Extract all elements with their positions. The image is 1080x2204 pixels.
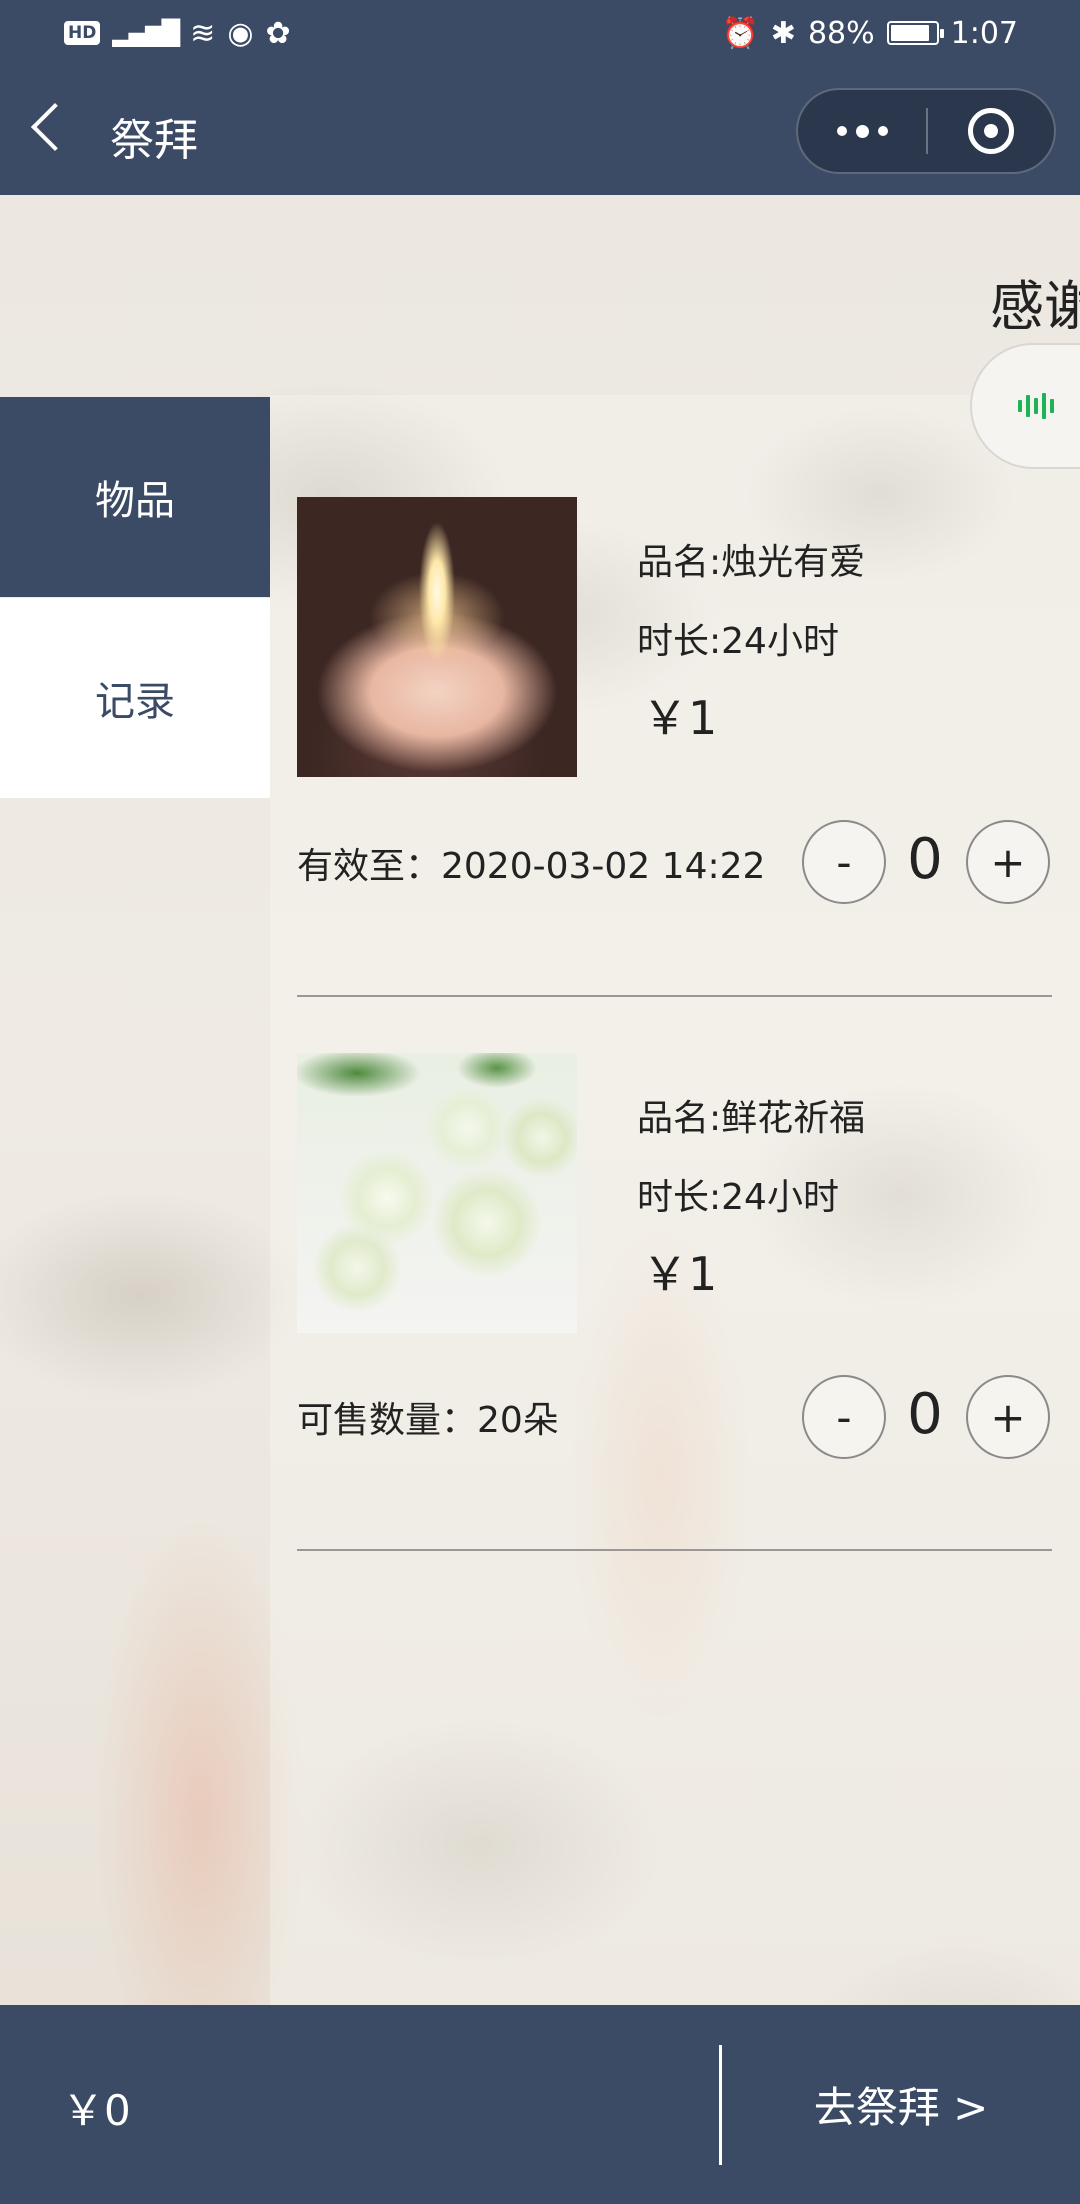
status-left: HD ▂▄▆█ ≋ ◉ ✿ — [64, 16, 291, 51]
eq-bar — [1050, 399, 1054, 413]
item-price: ￥1 — [642, 691, 718, 745]
decrement-button[interactable]: - — [802, 820, 886, 904]
more-dot-icon — [877, 126, 888, 136]
mini-program-capsule — [796, 88, 1056, 174]
battery-fill — [890, 25, 930, 41]
candle-image — [297, 497, 577, 777]
close-program-button[interactable] — [928, 108, 1054, 154]
eq-bar — [1042, 393, 1046, 419]
more-dot-icon — [836, 126, 847, 136]
item-divider — [297, 995, 1052, 997]
go-worship-button[interactable]: 去祭拜 > — [722, 2005, 1080, 2204]
increment-button[interactable]: + — [966, 1375, 1050, 1459]
bottom-bar: ￥0 去祭拜 > — [0, 2005, 1080, 2204]
item-price: ￥1 — [642, 1247, 718, 1301]
top-bar: HD ▂▄▆█ ≋ ◉ ✿ ⏰ ✱ 88% 1:07 祭拜 — [0, 0, 1080, 195]
quantity-value: 0 — [907, 1382, 943, 1447]
battery-percent: 88% — [807, 15, 875, 51]
quantity-value: 0 — [907, 827, 943, 892]
more-button[interactable] — [798, 90, 926, 172]
item-divider — [297, 1549, 1052, 1551]
signal-icon: ▂▄▆█ — [112, 19, 180, 47]
eq-bar — [1034, 398, 1038, 414]
item-duration: 时长:24小时 — [637, 621, 839, 662]
battery-icon — [886, 21, 944, 45]
item-expiry: 有效至：2020-03-02 14:22 — [297, 846, 766, 887]
eq-bar — [1018, 400, 1022, 412]
tab-items[interactable]: 物品 — [0, 397, 270, 597]
decrement-button[interactable]: - — [802, 1375, 886, 1459]
item-stock: 可售数量：20朵 — [297, 1400, 559, 1441]
item-name: 品名:烛光有爱 — [637, 542, 866, 583]
wifi-icon: ≋ — [190, 15, 216, 51]
status-bar: HD ▂▄▆█ ≋ ◉ ✿ ⏰ ✱ 88% 1:07 — [0, 0, 1080, 66]
nav-bar: 祭拜 — [0, 66, 1080, 195]
eye-icon: ◉ — [227, 15, 254, 51]
page-title: 祭拜 — [110, 115, 198, 166]
hd-badge: HD — [64, 21, 101, 45]
tab-records[interactable]: 记录 — [0, 598, 270, 798]
list-item: 品名:烛光有爱 时长:24小时 ￥1 有效至：2020-03-02 14:22 … — [297, 497, 1052, 917]
more-dot-icon — [855, 124, 869, 138]
scrolling-banner-text: 感谢 — [990, 275, 1080, 338]
bluetooth-icon: ✱ — [770, 15, 796, 51]
target-icon-center — [984, 124, 998, 138]
list-item: 品名:鲜花祈福 时长:24小时 ￥1 可售数量：20朵 - 0 + — [297, 1053, 1052, 1473]
music-equalizer-icon — [1018, 393, 1054, 419]
back-icon[interactable] — [30, 102, 80, 152]
increment-button[interactable]: + — [966, 820, 1050, 904]
total-price: ￥0 — [62, 2086, 131, 2135]
eq-bar — [1026, 395, 1030, 417]
clock: 1:07 — [950, 15, 1018, 51]
wechat-icon: ✿ — [265, 15, 291, 51]
status-right: ⏰ ✱ 88% 1:07 — [721, 16, 1018, 51]
target-icon — [968, 108, 1014, 154]
alarm-icon: ⏰ — [721, 15, 759, 51]
item-duration: 时长:24小时 — [637, 1177, 839, 1218]
flower-image — [297, 1053, 577, 1333]
item-name: 品名:鲜花祈福 — [637, 1098, 866, 1139]
